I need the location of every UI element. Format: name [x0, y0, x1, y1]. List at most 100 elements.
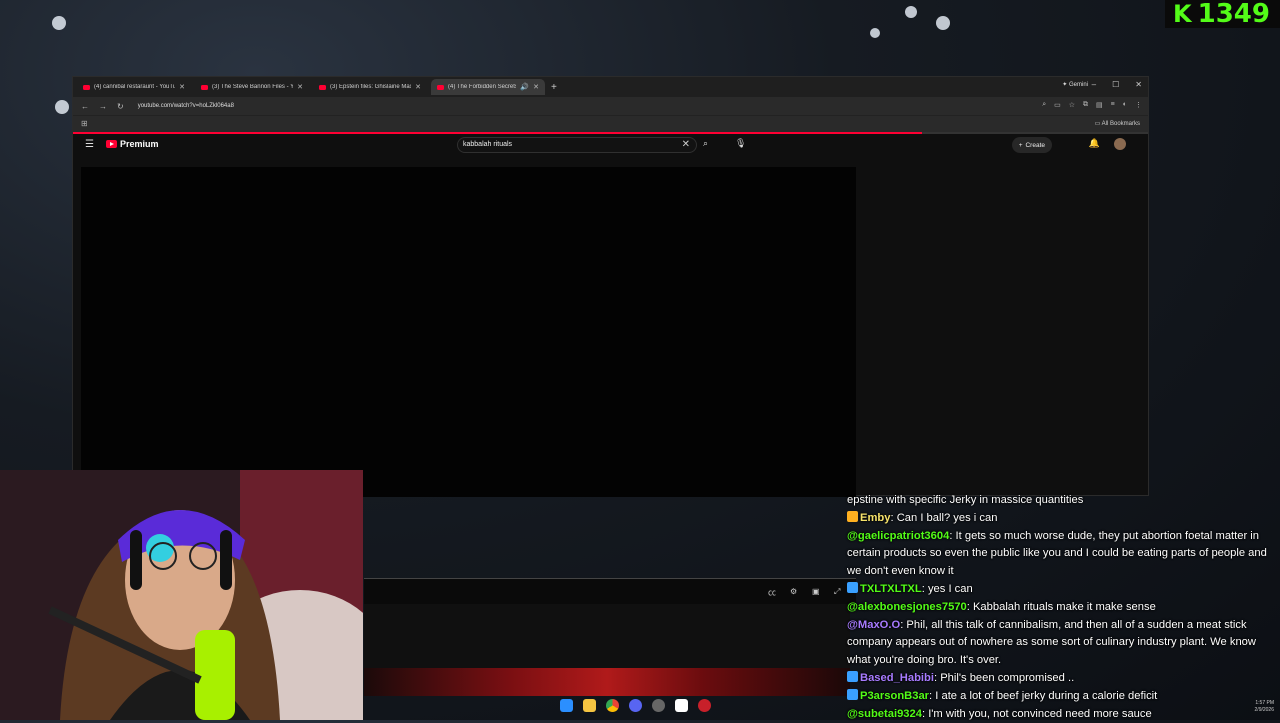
- windows-start-icon[interactable]: [560, 699, 573, 712]
- chat-message: @gaelicpatriot3604: It gets so much wors…: [847, 529, 1267, 578]
- chat-text: I'm with you, not convinced need more sa…: [928, 707, 1152, 720]
- video-player[interactable]: [81, 167, 856, 497]
- bookmark-star-icon[interactable]: ☆: [1069, 101, 1075, 109]
- close-tab-icon[interactable]: ✕: [297, 83, 303, 91]
- chat-username: @subetai9324: [847, 707, 922, 720]
- omnibar-actions: ⌕ ▭ ☆ ⧉ ▤ ≡ ◐ ⋮: [1042, 101, 1142, 109]
- chat-text: epstine with specific Jerky in massice q…: [847, 494, 1084, 506]
- miniplayer-icon[interactable]: ▣: [812, 587, 820, 596]
- youtube-favicon-icon: [83, 84, 90, 90]
- youtube-play-icon: [106, 140, 117, 148]
- background-light: [936, 16, 950, 30]
- chat-badge-icon: [847, 581, 858, 593]
- browser-tab[interactable]: (3) The Steve Bannon Files - Yo ✕: [195, 79, 309, 95]
- fullscreen-icon[interactable]: ⤢: [834, 587, 840, 597]
- captions-icon[interactable]: ㏄: [768, 587, 776, 598]
- chat-text: I ate a lot of beef jerky during a calor…: [935, 689, 1158, 702]
- chat-text: Can I ball? yes i can: [896, 511, 998, 524]
- youtube-favicon-icon: [201, 84, 208, 90]
- wallpaper-strip: [364, 668, 850, 696]
- minimize-icon[interactable]: –: [1092, 80, 1096, 89]
- kick-viewer-counter: K 1349: [1165, 0, 1280, 29]
- all-bookmarks-button[interactable]: ▭ All Bookmarks: [1095, 120, 1140, 127]
- hamburger-menu-icon[interactable]: ☰: [85, 139, 94, 150]
- below-player-area: [364, 604, 850, 668]
- chat-message: P3arsonB3ar: I ate a lot of beef jerky d…: [847, 688, 1280, 706]
- system-clock: 1:57 PM 2/9/2026: [1255, 700, 1274, 714]
- tab-title: (4) cannibal restaraunt - YouTub: [94, 84, 176, 90]
- gemini-label: Gemini: [1068, 82, 1088, 88]
- clock-time: 1:57 PM: [1255, 700, 1274, 706]
- discord-icon[interactable]: [629, 699, 642, 712]
- chat-username: TXLTXLTXL: [860, 582, 922, 595]
- background-light: [55, 100, 69, 114]
- youtube-favicon-icon: [319, 84, 326, 90]
- chat-username: Based_Habibi: [860, 671, 934, 684]
- record-icon[interactable]: [698, 699, 711, 712]
- search-value: kabbalah rituals: [463, 141, 513, 148]
- gemini-button[interactable]: ✦ Gemini: [1062, 81, 1088, 88]
- all-bookmarks-label: All Bookmarks: [1101, 121, 1140, 127]
- search-icon[interactable]: ⌕: [703, 138, 708, 149]
- microphone-icon[interactable]: 🎙: [735, 138, 746, 149]
- notifications-bell-icon[interactable]: 🔔: [1089, 138, 1100, 149]
- chat-text: Kabbalah rituals make it make sense: [972, 600, 1156, 613]
- chat-message: TXLTXLTXL: yes I can: [847, 581, 1280, 599]
- create-button[interactable]: + Create: [1011, 137, 1052, 153]
- tab-title: (3) Epstein files: Ghislaine Max: [330, 84, 412, 90]
- webcam-feed: [0, 470, 363, 720]
- media-icon[interactable]: ≡: [1111, 101, 1115, 109]
- chat-username: @MaxO.O: [847, 618, 901, 631]
- file-explorer-icon[interactable]: [583, 699, 596, 712]
- forward-icon[interactable]: →: [99, 102, 107, 111]
- clear-search-icon[interactable]: ✕: [682, 139, 690, 150]
- browser-window: (4) cannibal restaraunt - YouTub ✕ (3) Th…: [72, 76, 1149, 497]
- speaker-icon[interactable]: 🔊: [520, 83, 529, 91]
- avatar[interactable]: [1114, 138, 1126, 150]
- url-field[interactable]: youtube.com/watch?v=hoLZkl064a8: [138, 103, 234, 109]
- close-tab-icon[interactable]: ✕: [179, 83, 185, 91]
- tab-title: (4) The Forbidden Secrets O: [448, 84, 517, 90]
- profile-icon[interactable]: ◐: [1123, 101, 1127, 109]
- extensions-icon[interactable]: ⧉: [1083, 101, 1088, 109]
- create-label: Create: [1025, 141, 1045, 149]
- taskbar-icons: [560, 699, 711, 712]
- close-tab-icon[interactable]: ✕: [533, 83, 539, 91]
- streamer-image: [0, 470, 363, 720]
- browser-tab-active[interactable]: (4) The Forbidden Secrets O🔊 ✕: [431, 79, 545, 95]
- back-icon[interactable]: ←: [81, 102, 89, 111]
- youtube-logo[interactable]: Premium: [106, 139, 159, 149]
- tab-strip: (4) cannibal restaraunt - YouTub ✕ (3) Th…: [73, 77, 1148, 97]
- search-input[interactable]: kabbalah rituals ✕: [457, 137, 697, 153]
- browser-tab[interactable]: (4) cannibal restaraunt - YouTub ✕: [77, 79, 191, 95]
- chat-overlay: epstine with specific Jerky in massice q…: [847, 492, 1280, 723]
- reload-icon[interactable]: ↻: [117, 102, 124, 111]
- settings-gear-icon[interactable]: ⚙: [790, 587, 797, 596]
- chat-badge-icon: [847, 670, 858, 682]
- menu-icon[interactable]: ⋮: [1135, 101, 1142, 109]
- sidepanel-icon[interactable]: ▤: [1096, 101, 1103, 109]
- obs-icon[interactable]: [652, 699, 665, 712]
- chat-message: epstine with specific Jerky in massice q…: [847, 492, 1280, 510]
- chat-message: Based_Habibi: Phil's been compromised ..: [847, 670, 1280, 688]
- chat-text: Phil's been compromised ..: [940, 671, 1075, 684]
- chat-badge-icon: [847, 510, 858, 522]
- cast-icon[interactable]: ▭: [1054, 101, 1061, 109]
- browser-tab[interactable]: (3) Epstein files: Ghislaine Max ✕: [313, 79, 427, 95]
- maximize-icon[interactable]: ☐: [1112, 80, 1119, 89]
- close-window-icon[interactable]: ✕: [1135, 80, 1142, 89]
- chat-message: @subetai9324: I'm with you, not convince…: [847, 707, 1152, 720]
- close-tab-icon[interactable]: ✕: [415, 83, 421, 91]
- youtube-favicon-icon: [437, 84, 444, 90]
- chat-username: Emby: [860, 511, 891, 524]
- new-tab-button[interactable]: +: [551, 82, 557, 93]
- app-icon[interactable]: [675, 699, 688, 712]
- chrome-icon[interactable]: [606, 699, 619, 712]
- chat-message: @MaxO.O: Phil, all this talk of cannibal…: [847, 618, 1256, 667]
- tab-title: (3) The Steve Bannon Files - Yo: [212, 84, 294, 90]
- background-light: [870, 28, 880, 38]
- chat-message: Emby: Can I ball? yes i can: [847, 510, 1280, 528]
- zoom-icon[interactable]: ⌕: [1042, 101, 1046, 109]
- video-controls: ㏄ ⚙ ▣ ⤢: [364, 578, 856, 605]
- apps-grid-icon[interactable]: ⊞: [81, 119, 88, 128]
